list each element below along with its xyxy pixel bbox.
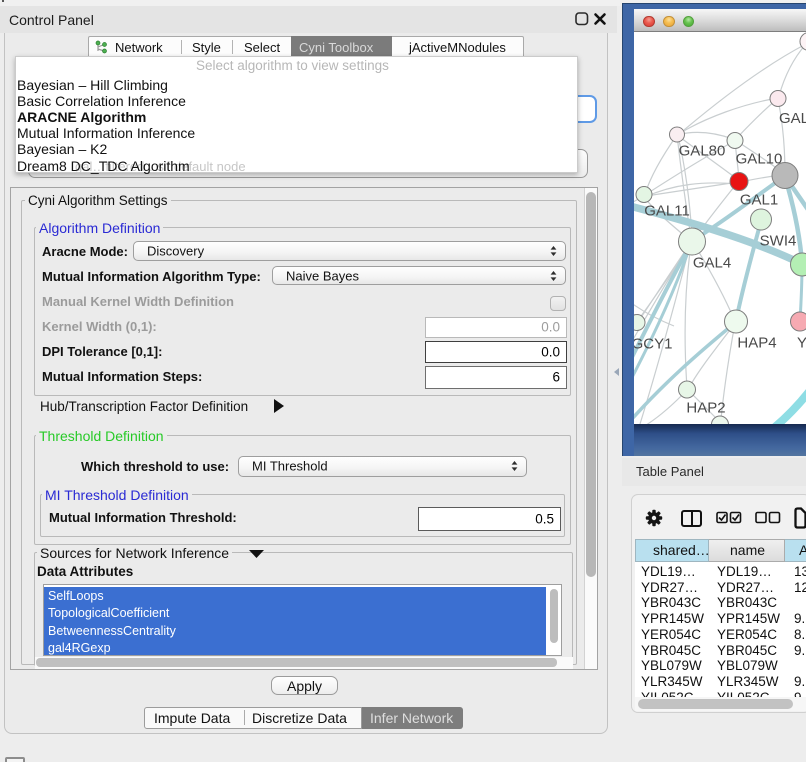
svg-text:GCY1: GCY1 [634,336,672,353]
svg-text:GAL80: GAL80 [679,143,726,160]
svg-text:GAL10: GAL10 [736,151,783,168]
svg-text:GAL1: GAL1 [740,192,778,209]
svg-text:SWI4: SWI4 [760,233,797,250]
svg-text:GAL4: GAL4 [693,255,731,272]
svg-text:GAL: GAL [779,110,806,127]
svg-text:GAL11: GAL11 [644,203,690,220]
svg-text:Y: Y [797,335,806,352]
svg-text:HAP4: HAP4 [737,335,776,352]
svg-text:HAP2: HAP2 [686,400,725,417]
